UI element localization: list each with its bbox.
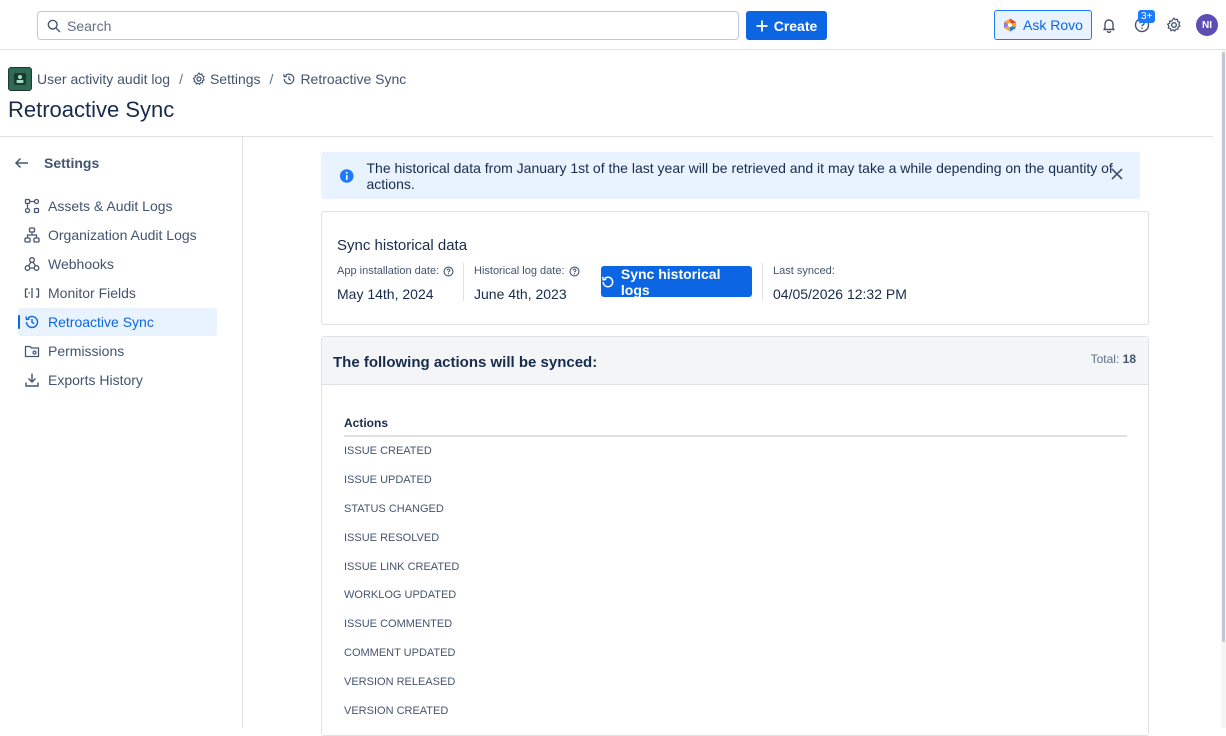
historical-log-date-value: June 4th, 2023 [474, 286, 567, 302]
sync-card-title: Sync historical data [337, 237, 468, 254]
breadcrumb-current-label: Retroactive Sync [300, 71, 407, 87]
sidebar-item-label: Exports History [48, 372, 143, 388]
page-title: Retroactive Sync [8, 97, 175, 122]
notification-count-badge: 3+ [1138, 10, 1156, 23]
breadcrumb-separator: / [269, 71, 274, 87]
help-icon[interactable] [443, 265, 454, 277]
header-divider [0, 136, 1213, 137]
info-icon [339, 168, 354, 183]
create-button[interactable]: Create [746, 11, 827, 40]
sidebar-item-label: Monitor Fields [48, 285, 136, 301]
table-row: VERSION RELEASED [344, 675, 456, 688]
sidebar-item-webhooks[interactable]: Webhooks [18, 250, 217, 278]
bell-icon [1103, 19, 1115, 33]
breadcrumb-settings-link[interactable]: Settings [192, 71, 261, 87]
table-row: VERSION CREATED [344, 704, 449, 717]
actions-panel-header: The following actions will be synced: To… [322, 337, 1148, 385]
create-label: Create [773, 17, 818, 34]
breadcrumb: User activity audit log / Settings / Ret… [8, 67, 406, 91]
assets-icon [24, 198, 40, 214]
table-row: ISSUE RESOLVED [344, 531, 440, 544]
rovo-icon [1004, 18, 1017, 32]
table-row: STATUS CHANGED [344, 502, 444, 515]
sync-historical-logs-label: Sync historical logs [620, 265, 721, 298]
breadcrumb-separator: / [179, 71, 183, 87]
historical-log-date-label-text: Historical log date: [474, 265, 565, 277]
ask-rovo-button[interactable]: Ask Rovo [994, 10, 1092, 40]
info-banner-text: The historical data from January 1st of … [366, 159, 1113, 192]
webhook-icon [24, 257, 40, 271]
last-synced-field: Last synced: 04/05/2026 12:32 PM [773, 265, 907, 302]
actions-table: Actions ISSUE CREATED ISSUE UPDATED STAT… [344, 411, 1127, 725]
sidebar-item-retroactive-sync[interactable]: Retroactive Sync [18, 308, 217, 336]
sidebar-item-exports-history[interactable]: Exports History [18, 366, 217, 394]
settings-sidebar: Assets & Audit Logs Organization Audit L… [18, 192, 217, 395]
monitor-fields-icon [24, 288, 40, 298]
field-separator [762, 263, 763, 301]
historical-log-date-field: Historical log date: June 4th, 2023 [474, 265, 580, 302]
search-input[interactable] [67, 17, 707, 34]
actions-total-value: 18 [1122, 352, 1136, 366]
app-logo [8, 67, 32, 91]
sidebar-item-label: Assets & Audit Logs [48, 198, 173, 214]
notifications-button[interactable] [1099, 15, 1119, 35]
table-row: COMMENT UPDATED [344, 646, 456, 659]
table-row: ISSUE UPDATED [344, 474, 432, 487]
permissions-icon [24, 345, 40, 358]
app-installation-date-field: App installation date: May 14th, 2024 [337, 265, 454, 302]
history-icon [25, 315, 39, 329]
app-installation-date-value: May 14th, 2024 [337, 286, 434, 302]
table-row: ISSUE CREATED [344, 445, 432, 458]
sidebar-heading: Settings [44, 155, 100, 171]
table-row: WORKLOG UPDATED [344, 589, 457, 602]
sync-historical-data-card: Sync historical data App installation da… [321, 211, 1149, 325]
actions-total: Total: 18 [1091, 352, 1136, 366]
table-row: ISSUE COMMENTED [344, 618, 453, 631]
search-box[interactable] [37, 11, 739, 40]
sidebar-header: Settings [14, 155, 99, 171]
sidebar-item-label: Permissions [48, 343, 125, 359]
actions-total-label: Total: [1090, 352, 1120, 366]
sidebar-item-permissions[interactable]: Permissions [18, 337, 217, 365]
org-tree-icon [24, 227, 40, 243]
download-icon [25, 373, 39, 387]
info-banner: The historical data from January 1st of … [321, 152, 1140, 199]
sync-historical-logs-button[interactable]: Sync historical logs [601, 265, 752, 298]
sidebar-divider [242, 137, 243, 728]
gear-icon [192, 72, 205, 85]
table-row: ISSUE LINK CREATED [344, 560, 460, 573]
breadcrumb-current: Retroactive Sync [282, 71, 406, 87]
field-separator [463, 263, 464, 301]
actions-panel-title: The following actions will be synced: [333, 354, 598, 371]
refresh-icon [602, 275, 614, 287]
help-icon[interactable] [568, 265, 580, 277]
top-navigation-bar: Create Ask Rovo 3+ NI [0, 0, 1226, 50]
sidebar-item-label: Retroactive Sync [48, 314, 154, 330]
last-synced-value: 04/05/2026 12:32 PM [773, 286, 907, 302]
app-installation-date-label: App installation date: [337, 265, 454, 277]
audit-log-app-icon [14, 73, 26, 85]
actions-column-header: Actions [344, 411, 1127, 437]
historical-log-date-label: Historical log date: [474, 265, 580, 277]
history-icon [283, 73, 295, 85]
scrollbar-thumb[interactable] [1222, 52, 1225, 642]
sidebar-item-monitor-fields[interactable]: Monitor Fields [18, 279, 217, 307]
breadcrumb-settings-label: Settings [209, 71, 261, 87]
user-avatar[interactable]: NI [1196, 14, 1218, 36]
sidebar-item-organization-audit-logs[interactable]: Organization Audit Logs [18, 221, 217, 249]
last-synced-label: Last synced: [773, 265, 835, 277]
search-icon [47, 19, 61, 32]
actions-panel: The following actions will be synced: To… [321, 336, 1149, 736]
ask-rovo-label: Ask Rovo [1023, 17, 1083, 33]
plus-icon [756, 20, 768, 31]
breadcrumb-app-link[interactable]: User activity audit log [37, 71, 170, 87]
sidebar-item-label: Organization Audit Logs [48, 227, 197, 243]
sidebar-item-label: Webhooks [48, 256, 114, 272]
app-installation-date-label-text: App installation date: [337, 265, 440, 277]
settings-button[interactable] [1164, 15, 1184, 35]
gear-icon [1167, 17, 1181, 32]
back-arrow-icon[interactable] [14, 155, 30, 171]
sidebar-item-assets-audit-logs[interactable]: Assets & Audit Logs [18, 192, 217, 220]
close-icon[interactable] [1110, 167, 1124, 181]
